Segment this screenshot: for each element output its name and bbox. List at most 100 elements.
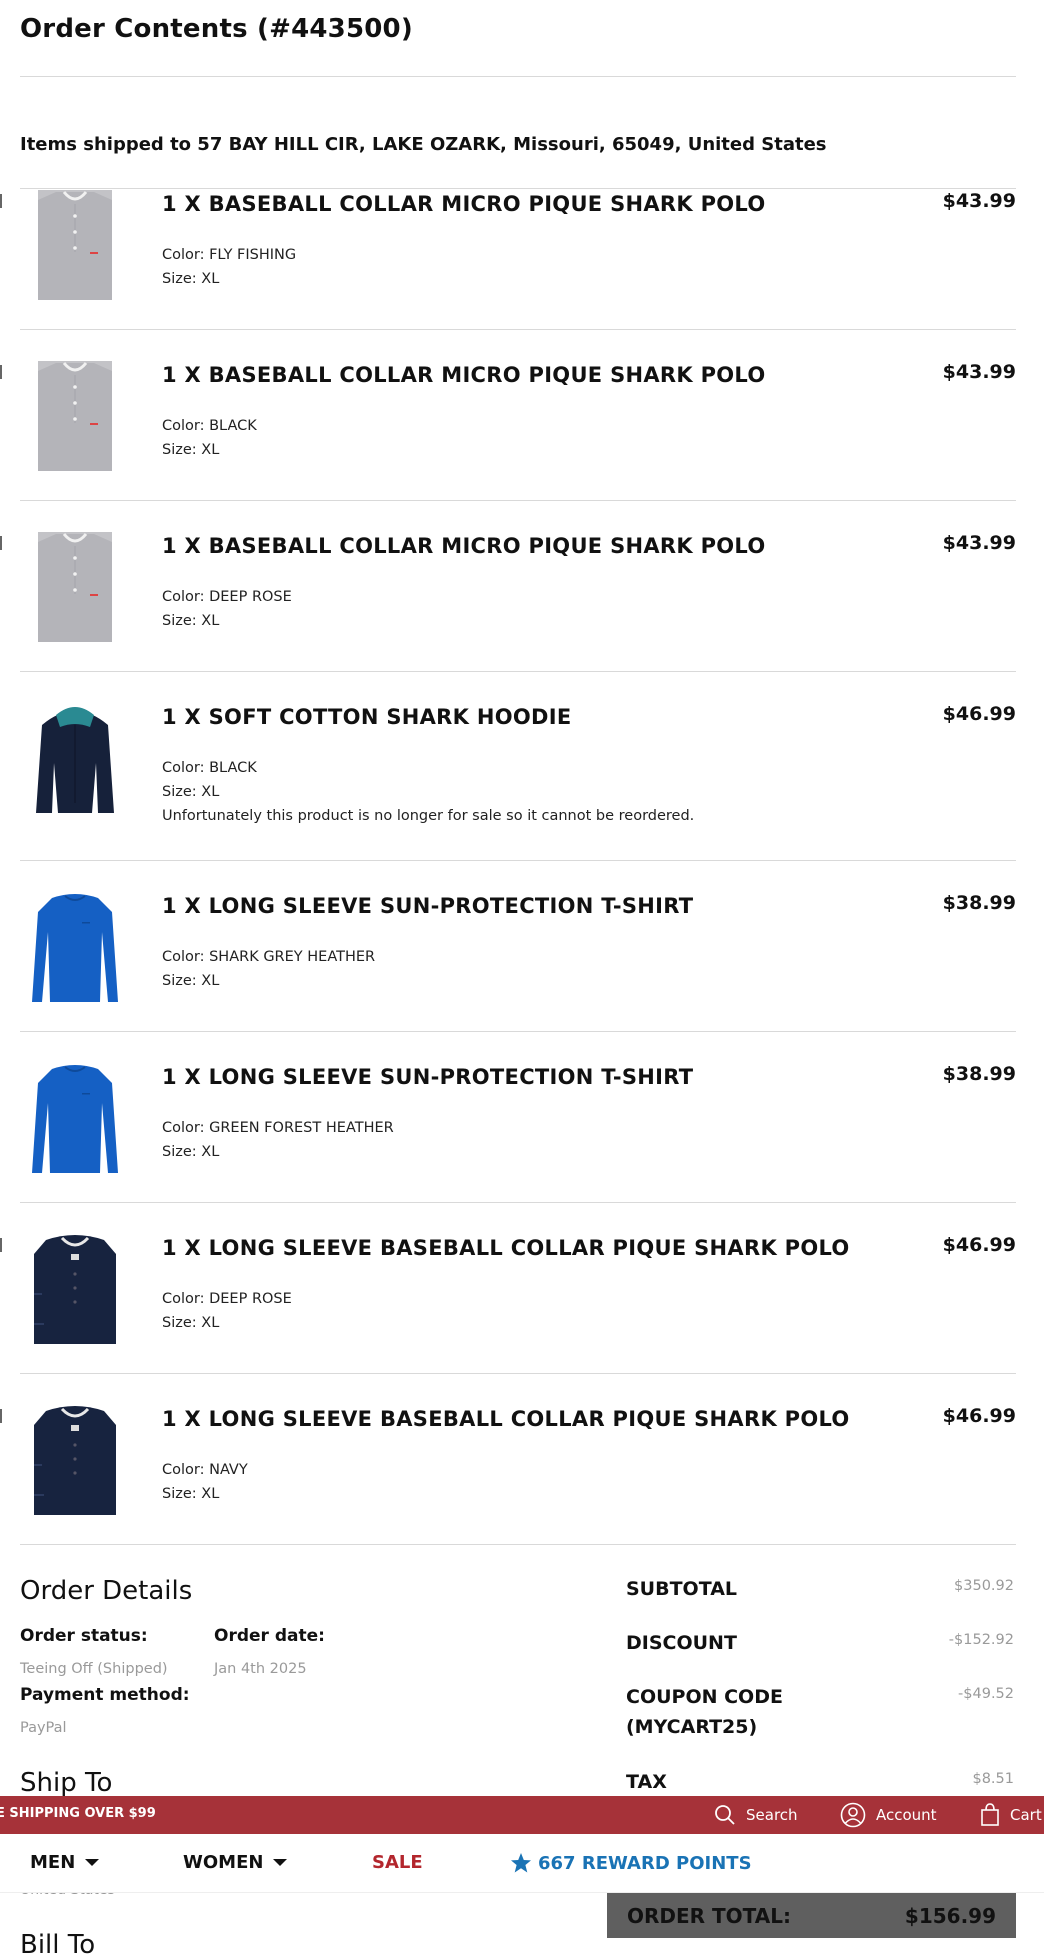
product-size: Size: XL — [162, 1486, 220, 1502]
subtotal-value: $350.92 — [954, 1578, 1014, 1594]
tax-label: TAX — [626, 1771, 667, 1793]
order-page: Order Contents (#443500) Items shipped t… — [0, 0, 1044, 1960]
ship-to-heading: Ship To — [20, 1768, 113, 1798]
order-details-heading: Order Details — [20, 1576, 193, 1606]
shipped-to-address: Items shipped to 57 BAY HILL CIR, LAKE O… — [20, 134, 827, 155]
coupon-code-label: COUPON CODE — [626, 1686, 783, 1708]
chevron-down-icon — [85, 1859, 100, 1866]
product-size: Size: XL — [162, 784, 220, 800]
product-price: $46.99 — [942, 1234, 1016, 1256]
product-image-navy-longsleeve-polo[interactable] — [32, 1405, 118, 1517]
product-size: Size: XL — [162, 271, 220, 287]
product-color: Color: BLACK — [162, 760, 257, 776]
coupon-code-value: -$49.52 — [958, 1686, 1014, 1702]
order-date-label: Order date: — [214, 1626, 325, 1646]
product-name[interactable]: 1 X LONG SLEEVE BASEBALL COLLAR PIQUE SH… — [162, 1236, 850, 1260]
cart-button[interactable]: Cart — [980, 1796, 1042, 1834]
account-button[interactable]: Account — [840, 1796, 937, 1834]
product-color: Color: SHARK GREY HEATHER — [162, 949, 376, 965]
divider — [20, 671, 1016, 672]
order-date-value: Jan 4th 2025 — [214, 1661, 307, 1677]
chevron-down-icon — [273, 1859, 288, 1866]
bill-to-heading: Bill To — [20, 1930, 96, 1960]
free-shipping-banner[interactable]: E SHIPPING OVER $99 — [0, 1806, 156, 1821]
star-icon — [511, 1853, 531, 1873]
divider — [0, 194, 2, 208]
divider — [20, 1202, 1016, 1203]
divider — [0, 536, 2, 550]
product-name[interactable]: 1 X BASEBALL COLLAR MICRO PIQUE SHARK PO… — [162, 363, 766, 387]
payment-method-label: Payment method: — [20, 1685, 190, 1705]
divider — [20, 329, 1016, 330]
product-price: $43.99 — [942, 190, 1016, 212]
product-color: Color: NAVY — [162, 1462, 248, 1478]
product-image-blue-longsleeve[interactable] — [32, 1063, 118, 1175]
main-nav: MEN WOMEN SALE 667 REWARD POINTS — [0, 1834, 1044, 1893]
nav-sale[interactable]: SALE — [372, 1852, 423, 1873]
product-name[interactable]: 1 X SOFT COTTON SHARK HOODIE — [162, 705, 572, 729]
product-image-grey-polo[interactable] — [32, 361, 118, 473]
product-color: Color: DEEP ROSE — [162, 1291, 292, 1307]
divider — [20, 188, 1016, 189]
product-image-navy-hoodie[interactable] — [32, 703, 118, 815]
product-price: $46.99 — [942, 1405, 1016, 1427]
product-name[interactable]: 1 X BASEBALL COLLAR MICRO PIQUE SHARK PO… — [162, 192, 766, 216]
page-title: Order Contents (#443500) — [20, 14, 413, 44]
product-size: Size: XL — [162, 1315, 220, 1331]
search-icon — [715, 1805, 735, 1825]
order-total-label: ORDER TOTAL: — [627, 1904, 791, 1928]
product-size: Size: XL — [162, 613, 220, 629]
product-color: Color: GREEN FOREST HEATHER — [162, 1120, 394, 1136]
nav-men[interactable]: MEN — [30, 1852, 100, 1873]
discount-label: DISCOUNT — [626, 1632, 737, 1654]
product-unavailable-note: Unfortunately this product is no longer … — [162, 808, 695, 824]
divider — [20, 500, 1016, 501]
promo-bar: E SHIPPING OVER $99 Search Account Cart — [0, 1796, 1044, 1834]
product-price: $38.99 — [942, 892, 1016, 914]
order-total-value: $156.99 — [904, 1904, 996, 1928]
divider — [20, 76, 1016, 77]
order-total-bar: ORDER TOTAL: $156.99 — [607, 1892, 1016, 1938]
reward-points-label: 667 REWARD POINTS — [538, 1852, 752, 1874]
product-price: $43.99 — [942, 361, 1016, 383]
nav-reward-points[interactable]: 667 REWARD POINTS — [510, 1852, 752, 1874]
subtotal-label: SUBTOTAL — [626, 1578, 738, 1600]
nav-men-label: MEN — [30, 1852, 76, 1873]
divider — [20, 1544, 1016, 1545]
cart-label: Cart — [1010, 1806, 1042, 1824]
tax-value: $8.51 — [972, 1771, 1014, 1787]
discount-value: -$152.92 — [948, 1632, 1014, 1648]
product-price: $43.99 — [942, 532, 1016, 554]
account-label: Account — [876, 1806, 937, 1824]
product-name[interactable]: 1 X LONG SLEEVE BASEBALL COLLAR PIQUE SH… — [162, 1407, 850, 1431]
product-name[interactable]: 1 X LONG SLEEVE SUN-PROTECTION T-SHIRT — [162, 894, 693, 918]
product-price: $38.99 — [942, 1063, 1016, 1085]
product-image-grey-polo[interactable] — [32, 190, 118, 302]
product-image-grey-polo[interactable] — [32, 532, 118, 644]
product-name[interactable]: 1 X BASEBALL COLLAR MICRO PIQUE SHARK PO… — [162, 534, 766, 558]
product-image-navy-longsleeve-polo[interactable] — [32, 1234, 118, 1346]
divider — [0, 1409, 2, 1423]
product-color: Color: BLACK — [162, 418, 257, 434]
divider — [20, 1031, 1016, 1032]
payment-method-value: PayPal — [20, 1720, 67, 1736]
nav-women-label: WOMEN — [183, 1852, 264, 1873]
order-status-label: Order status: — [20, 1626, 148, 1646]
product-size: Size: XL — [162, 1144, 220, 1160]
product-image-blue-longsleeve[interactable] — [32, 892, 118, 1004]
account-icon — [840, 1802, 866, 1828]
cart-icon — [981, 1803, 999, 1826]
search-button[interactable]: Search — [714, 1796, 798, 1834]
divider — [20, 860, 1016, 861]
product-name[interactable]: 1 X LONG SLEEVE SUN-PROTECTION T-SHIRT — [162, 1065, 693, 1089]
product-color: Color: DEEP ROSE — [162, 589, 292, 605]
product-size: Size: XL — [162, 442, 220, 458]
order-status-value: Teeing Off (Shipped) — [20, 1661, 168, 1677]
divider — [0, 365, 2, 379]
nav-women[interactable]: WOMEN — [183, 1852, 288, 1873]
product-size: Size: XL — [162, 973, 220, 989]
product-price: $46.99 — [942, 703, 1016, 725]
coupon-code-name: (MYCART25) — [626, 1716, 758, 1738]
divider — [20, 1373, 1016, 1374]
search-label: Search — [746, 1806, 798, 1824]
